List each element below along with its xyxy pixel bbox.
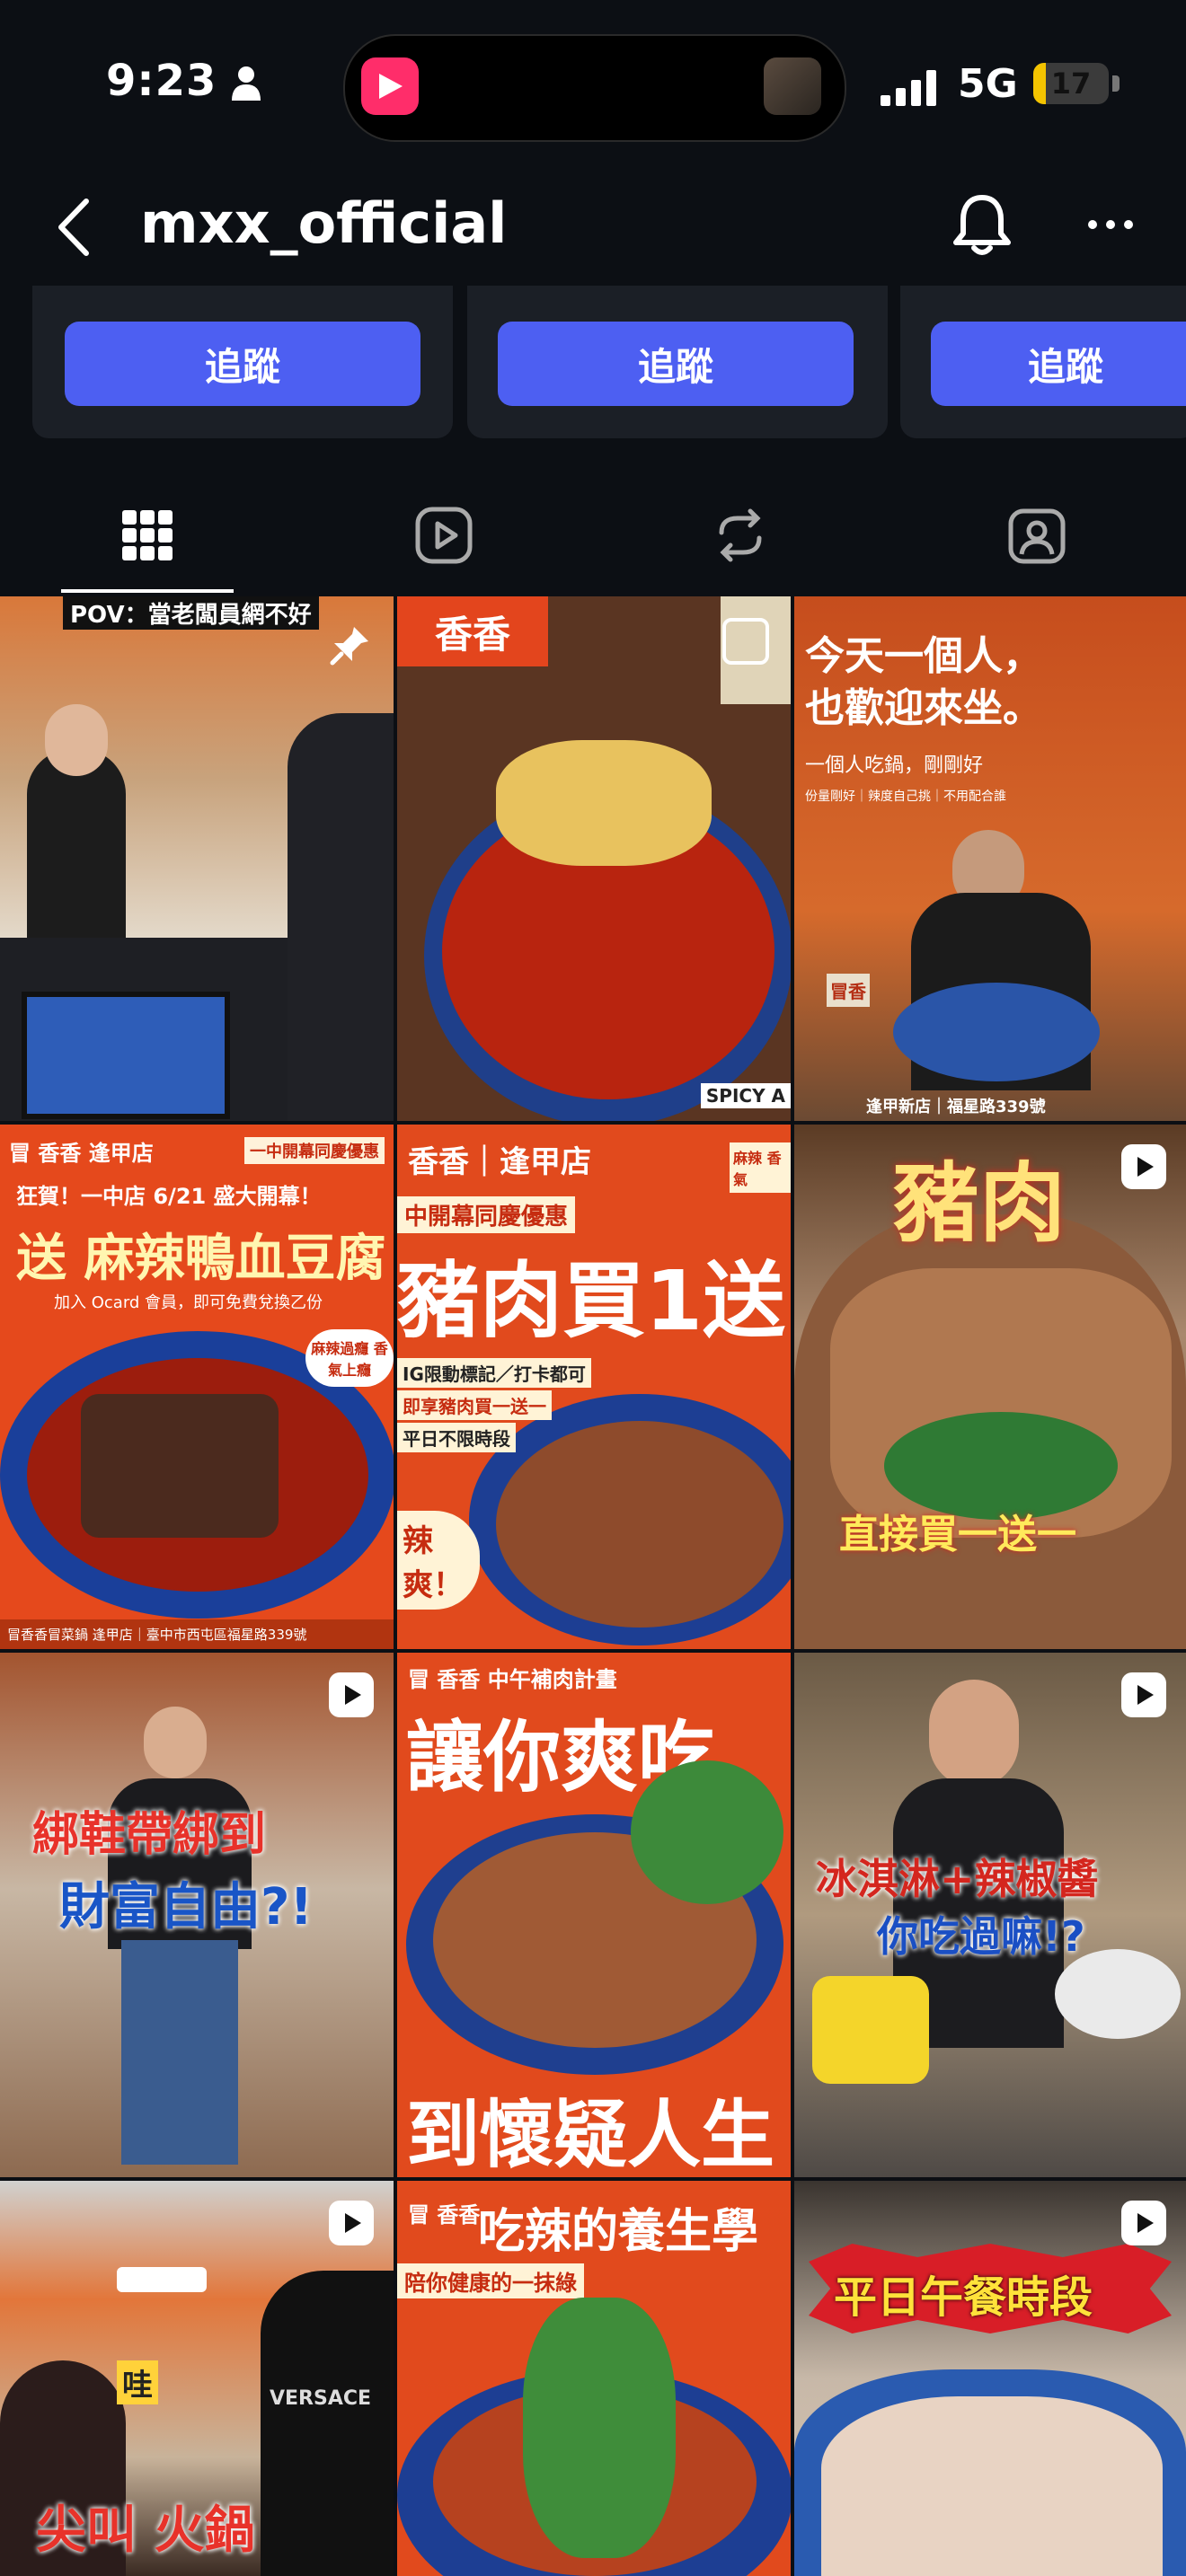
- tab-reposts[interactable]: [695, 501, 785, 569]
- post-subtitle: 一個人吃鍋，剛剛好: [805, 754, 984, 777]
- post-headline: 綁鞋帶綁到: [32, 1808, 267, 1862]
- battery-icon: 17: [1033, 63, 1109, 104]
- person-icon: [232, 66, 261, 101]
- reel-icon: [1121, 1144, 1166, 1189]
- post-headline: 豬肉: [893, 1153, 1066, 1254]
- post-brand-label: 香香: [397, 596, 548, 666]
- post-brand-label: 冒 香香 逢甲店: [9, 1141, 154, 1166]
- post-brand-label: 冒 香香 中午補肉計畫: [408, 1667, 617, 1692]
- repost-icon: [719, 508, 762, 562]
- post-details: 平日不限時段: [397, 1423, 516, 1452]
- post-tile[interactable]: 冒 香香 吃辣的養生學 陪你健康的一抹綠: [397, 2181, 791, 2576]
- reel-icon: [1121, 2201, 1166, 2245]
- post-headline: 你吃過嘛!?: [877, 1912, 1085, 1961]
- post-tile[interactable]: 今天一個人， 也歡迎來坐。 一個人吃鍋，剛剛好 份量剛好｜辣度自己挑｜不用配合誰…: [794, 596, 1186, 1121]
- tab-tagged[interactable]: [992, 501, 1082, 569]
- post-sticker: 麻辣 香氣: [730, 1142, 791, 1193]
- post-headline: 尖叫 火鍋: [36, 2501, 255, 2560]
- media-thumbnail[interactable]: [764, 57, 821, 115]
- post-headline: 到懷疑人生: [406, 2093, 775, 2177]
- post-caption: POV：當老闆員網不好: [63, 596, 319, 630]
- reel-icon: [329, 2201, 374, 2245]
- post-badge: 一中開幕同慶優惠: [244, 1137, 385, 1164]
- post-address: 逢甲新店｜福星路339號: [866, 1098, 1046, 1116]
- post-headline: 送 麻辣鴨血豆腐: [16, 1230, 386, 1288]
- network-label: 5G: [958, 61, 1018, 107]
- active-tab-indicator: [61, 589, 234, 593]
- post-tile[interactable]: 綁鞋帶綁到 財富自由?!: [0, 1653, 394, 2177]
- post-headline: 冰淇淋+辣椒醬: [816, 1855, 1099, 1903]
- tab-reels[interactable]: [399, 501, 489, 569]
- follow-button[interactable]: 追蹤: [498, 322, 854, 406]
- more-options-icon[interactable]: [1085, 214, 1136, 235]
- grid-icon: [122, 510, 173, 560]
- post-headline: 財富自由?!: [59, 1878, 314, 1936]
- post-caption: 哇: [117, 2360, 158, 2404]
- signal-icon: [881, 70, 936, 106]
- post-sticker: 辣 爽！: [397, 1511, 480, 1610]
- post-tile[interactable]: 冒 香香 逢甲店 一中開幕同慶優惠 狂賀！一中店 6/21 盛大開幕！ 送 麻辣…: [0, 1125, 394, 1649]
- status-time: 9:23: [106, 56, 217, 106]
- post-menu-stand: 冒香: [827, 974, 870, 1007]
- bell-icon[interactable]: [951, 192, 1013, 259]
- post-tile[interactable]: 冰淇淋+辣椒醬 你吃過嘛!?: [794, 1653, 1186, 2177]
- post-subtitle: 陪你健康的一抹綠: [397, 2263, 584, 2298]
- shirt-logo: VERSACE: [270, 2387, 372, 2410]
- post-address: 冒香香冒菜鍋 逢甲店｜臺中市西屯區福星路339號: [0, 1619, 394, 1649]
- post-headline: 平日午餐時段: [834, 2272, 1093, 2323]
- back-arrow-icon[interactable]: [52, 196, 95, 259]
- post-tile[interactable]: POV：當老闆員網不好: [0, 596, 394, 1121]
- carousel-icon: [722, 618, 769, 665]
- post-brand-label: 冒 香香: [408, 2202, 481, 2228]
- post-brand-label: 香香｜逢甲店: [408, 1144, 591, 1180]
- profile-username: mxx_official: [140, 190, 508, 256]
- post-details: 加入 Ocard 會員，即可免費兌換乙份: [54, 1293, 323, 1312]
- post-tile[interactable]: 香香 SPICY A: [397, 596, 791, 1121]
- live-app-icon[interactable]: [361, 57, 419, 115]
- post-headline: 豬肉買1送: [397, 1253, 786, 1349]
- tab-posts-grid[interactable]: [102, 501, 192, 569]
- post-tile[interactable]: 冒 香香 中午補肉計畫 讓你爽吃 到懷疑人生: [397, 1653, 791, 2177]
- pin-icon: [330, 627, 368, 666]
- post-headline: 吃辣的養生學: [478, 2205, 759, 2259]
- reels-icon: [415, 507, 473, 564]
- post-tile[interactable]: 香香｜逢甲店 麻辣 香氣 中開幕同慶優惠 豬肉買1送 IG限動標記／打卡都可 即…: [397, 1125, 791, 1649]
- post-details: 即享豬肉買一送一: [397, 1390, 552, 1420]
- post-sticker: 麻辣過癮 香氣上癮: [305, 1329, 394, 1387]
- post-caption: SPICY A: [700, 1083, 791, 1108]
- battery-cap: [1112, 75, 1120, 92]
- reel-icon: [1121, 1672, 1166, 1717]
- reel-icon: [329, 1672, 374, 1717]
- post-details: 份量剛好｜辣度自己挑｜不用配合誰: [805, 790, 1006, 804]
- post-caption: 直接買一送一: [839, 1512, 1076, 1557]
- post-details: IG限動標記／打卡都可: [397, 1358, 591, 1388]
- battery-percent: 17: [1050, 66, 1092, 101]
- post-subtitle: 狂賀！一中店 6/21 盛大開幕！: [16, 1184, 322, 1209]
- post-headline: 也歡迎來坐。: [805, 685, 1042, 731]
- post-tile[interactable]: VERSACE 哇 尖叫 火鍋: [0, 2181, 394, 2576]
- post-tile[interactable]: 平日午餐時段: [794, 2181, 1186, 2576]
- post-headline: 今天一個人，: [805, 633, 1042, 679]
- post-badge: 中開幕同慶優惠: [397, 1196, 576, 1233]
- post-tile[interactable]: 豬肉 直接買一送一: [794, 1125, 1186, 1649]
- follow-button[interactable]: 追蹤: [931, 322, 1186, 406]
- tagged-person-icon: [1008, 508, 1066, 564]
- follow-button[interactable]: 追蹤: [65, 322, 420, 406]
